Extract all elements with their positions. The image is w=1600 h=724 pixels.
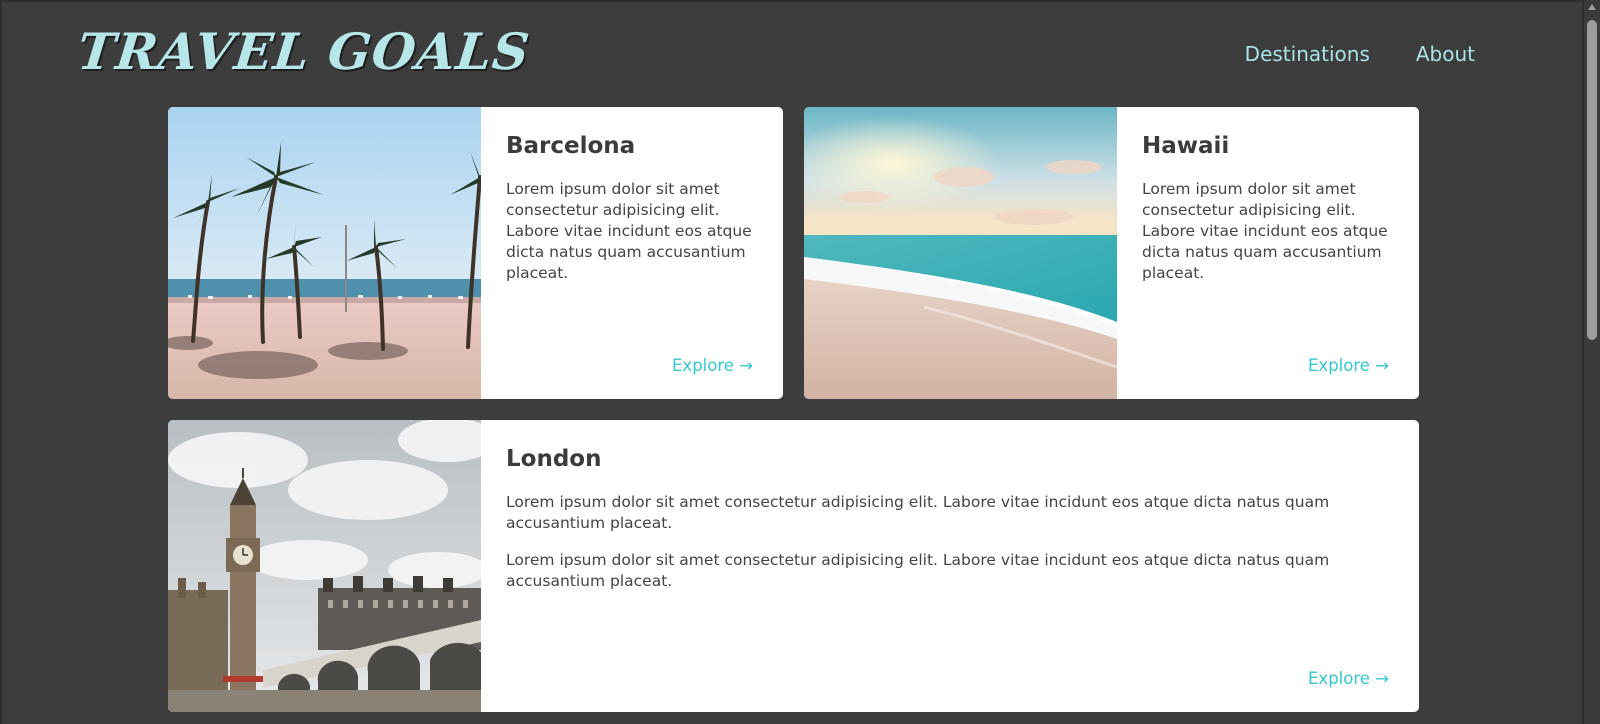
destination-card-hawaii: Hawaii Lorem ipsum dolor sit amet consec… [804,107,1419,399]
card-description: Lorem ipsum dolor sit amet consectetur a… [506,551,1330,590]
card-body: Hawaii Lorem ipsum dolor sit amet consec… [1117,107,1419,399]
card-description: Lorem ipsum dolor sit amet consectetur a… [506,180,752,282]
explore-link-london[interactable]: Explore → [1308,669,1389,688]
destination-card-barcelona: Barcelona Lorem ipsum dolor sit amet con… [168,107,783,399]
explore-link-barcelona[interactable]: Explore → [672,356,753,375]
london-image [168,420,481,712]
site-logo[interactable]: TRAVEL GOALS [75,22,533,81]
card-body: London Lorem ipsum dolor sit amet consec… [481,420,1419,712]
card-description: Lorem ipsum dolor sit amet consectetur a… [506,493,1330,532]
nav-link-destinations[interactable]: Destinations [1245,42,1370,66]
card-title: Barcelona [506,133,636,159]
card-title: London [506,446,602,472]
barcelona-image [168,107,481,399]
vertical-scrollbar[interactable] [1584,0,1600,724]
main-nav: Destinations About [1245,42,1475,66]
destination-card-london: London Lorem ipsum dolor sit amet consec… [168,420,1419,712]
card-description: Lorem ipsum dolor sit amet consectetur a… [1142,180,1388,282]
scroll-up-arrow-icon[interactable] [1588,4,1596,10]
explore-link-hawaii[interactable]: Explore → [1308,356,1389,375]
scrollbar-thumb[interactable] [1587,20,1597,340]
card-body: Barcelona Lorem ipsum dolor sit amet con… [481,107,783,399]
hawaii-image [804,107,1117,399]
card-title: Hawaii [1142,133,1230,159]
nav-link-about[interactable]: About [1416,42,1475,66]
